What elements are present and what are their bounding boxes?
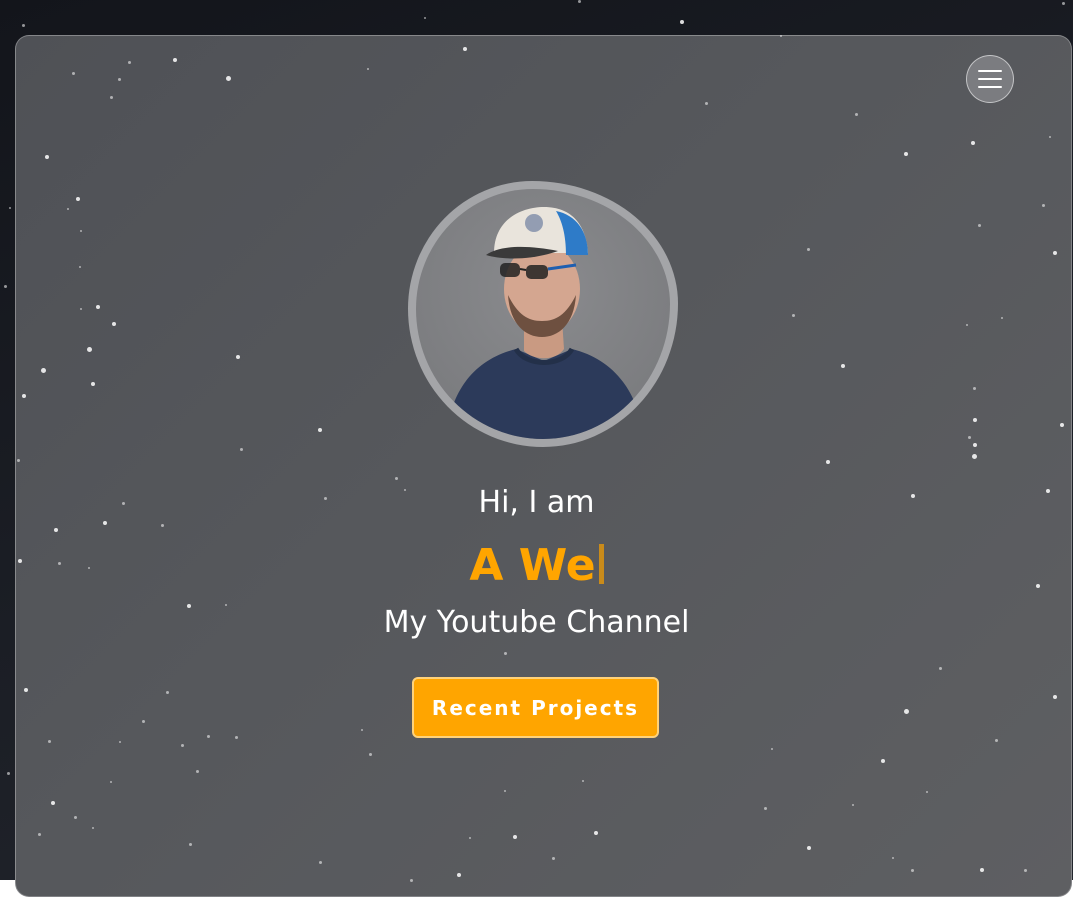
hamburger-menu-icon-bar xyxy=(978,78,1002,80)
avatar-photo xyxy=(416,189,670,439)
avatar xyxy=(408,181,678,447)
typed-headline: A We xyxy=(0,540,1073,591)
person-icon xyxy=(446,207,644,439)
typed-headline-text: A We xyxy=(469,540,596,591)
recent-projects-button[interactable]: Recent Projects xyxy=(412,677,659,738)
hero-card xyxy=(15,35,1072,897)
hamburger-menu-icon-bar xyxy=(978,86,1002,88)
subtitle-text: My Youtube Channel xyxy=(383,605,690,640)
typing-caret xyxy=(598,544,604,584)
hamburger-menu-icon-bar xyxy=(978,70,1002,72)
greeting-text: Hi, I am xyxy=(478,485,595,520)
hamburger-menu-button[interactable] xyxy=(966,55,1014,103)
